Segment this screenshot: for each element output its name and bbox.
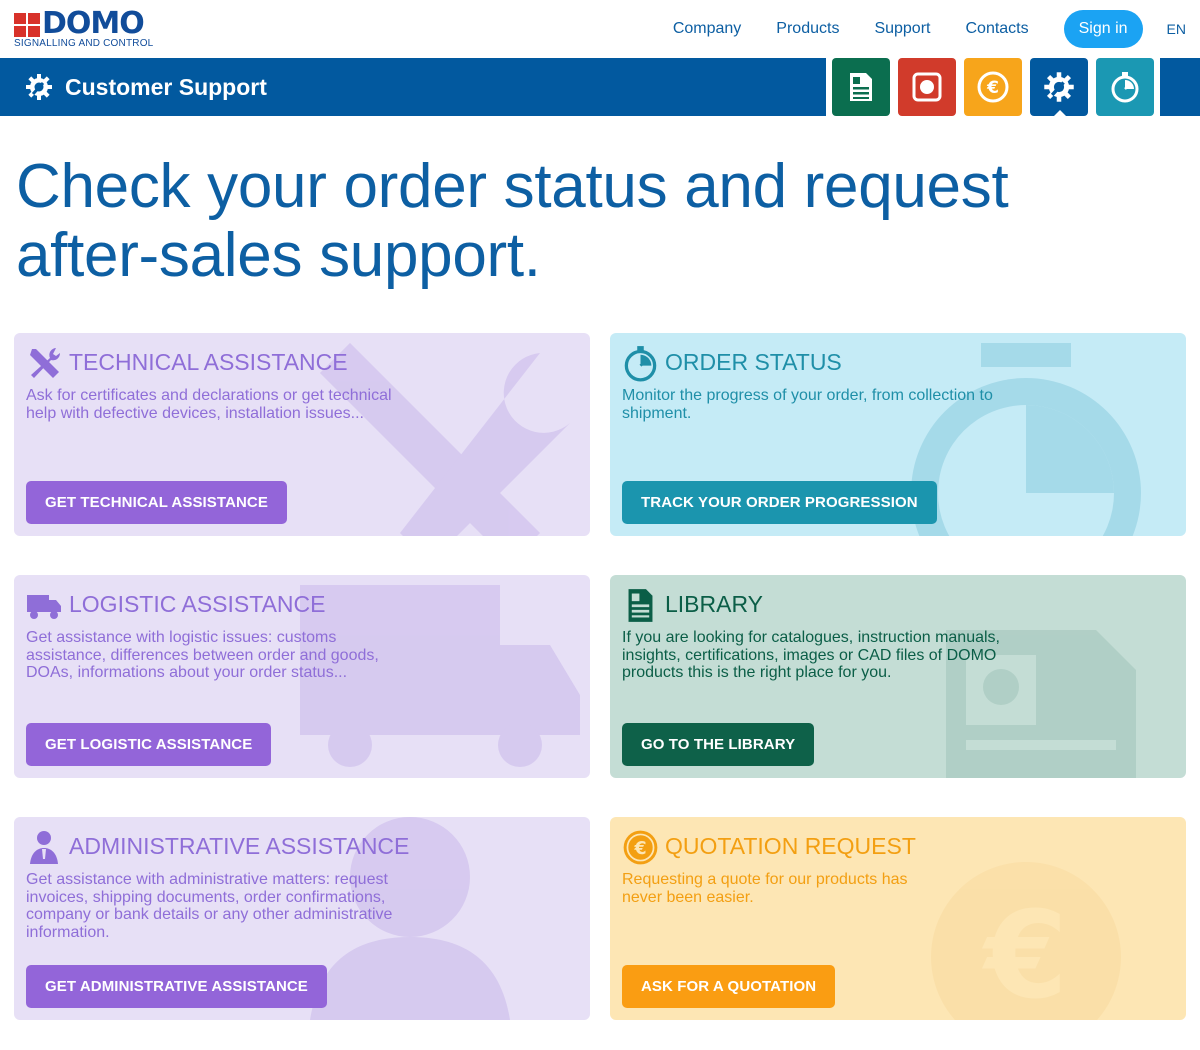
card-description: Monitor the progress of your order, from… (622, 387, 993, 422)
ask-for-quotation-button[interactable]: ASK FOR A QUOTATION (622, 965, 836, 1008)
section-title: Customer Support (65, 74, 267, 100)
svg-text:€: € (981, 887, 1068, 1020)
quick-tile-record[interactable] (898, 58, 956, 116)
page-heading: Check your order status and request afte… (16, 152, 1166, 290)
euro-icon: € (623, 830, 658, 865)
card-title: ORDER STATUS (665, 349, 842, 375)
get-administrative-assistance-button[interactable]: GET ADMINISTRATIVE ASSISTANCE (26, 965, 327, 1008)
language-selector[interactable]: EN (1167, 21, 1186, 37)
gear-wrench-icon (1044, 72, 1074, 102)
card-description: Requesting a quote for our products has … (622, 871, 908, 906)
page-heading-line-1: Check your order status and request (16, 152, 1009, 221)
card-title: LIBRARY (665, 591, 764, 617)
section-bar: Customer Support (0, 58, 826, 116)
card-title: ADMINISTRATIVE ASSISTANCE (69, 833, 410, 859)
top-navigation: DOMO SIGNALLING AND CONTROL Company Prod… (0, 0, 1200, 58)
main-nav: Company Products Support Contacts Sign i… (673, 9, 1200, 49)
euro-background-icon: € (931, 862, 1121, 1020)
get-technical-assistance-button[interactable]: GET TECHNICAL ASSISTANCE (26, 481, 287, 524)
quick-tile-library[interactable] (832, 58, 890, 116)
logo-mark-icon (14, 13, 40, 37)
quick-tile-support[interactable] (1030, 58, 1088, 117)
card-logistic-assistance: LOGISTIC ASSISTANCE Get assistance with … (14, 575, 590, 778)
page-heading-line-2: after-sales support. (16, 221, 541, 290)
gear-wrench-icon (26, 74, 52, 100)
logo-wordmark: DOMO (42, 6, 145, 41)
card-title: TECHNICAL ASSISTANCE (69, 349, 348, 375)
svg-text:€: € (986, 78, 999, 98)
quick-tile-quotation[interactable]: € (964, 58, 1022, 116)
go-to-library-button[interactable]: GO TO THE LIBRARY (622, 723, 815, 766)
card-technical-assistance: TECHNICAL ASSISTANCE Ask for certificate… (14, 333, 590, 536)
card-quotation-request: € € QUOTATION REQUEST Requesting a quote… (610, 817, 1186, 1020)
card-title: QUOTATION REQUEST (665, 833, 916, 859)
track-order-button[interactable]: TRACK YOUR ORDER PROGRESSION (622, 481, 937, 524)
domo-logo[interactable]: DOMO SIGNALLING AND CONTROL (14, 6, 154, 51)
section-bar-end (1160, 58, 1200, 116)
card-order-status: ORDER STATUS Monitor the progress of you… (610, 333, 1186, 536)
stopwatch-icon (1111, 72, 1139, 103)
nav-contacts[interactable]: Contacts (965, 20, 1028, 38)
card-administrative-assistance: ADMINISTRATIVE ASSISTANCE Get assistance… (14, 817, 590, 1020)
truck-icon (27, 595, 61, 619)
person-icon (30, 831, 58, 864)
nav-company[interactable]: Company (673, 20, 741, 38)
card-description: If you are looking for catalogues, instr… (622, 629, 1000, 681)
quick-tile-order-status[interactable] (1096, 58, 1154, 116)
euro-icon: € (977, 71, 1009, 103)
record-icon (912, 72, 942, 102)
tools-icon (30, 348, 61, 378)
nav-products[interactable]: Products (776, 20, 839, 38)
document-icon (628, 589, 653, 622)
document-icon (850, 73, 872, 101)
card-description: Get assistance with administrative matte… (26, 871, 393, 941)
logo-tagline: SIGNALLING AND CONTROL (14, 38, 154, 49)
svg-text:€: € (633, 839, 646, 859)
stopwatch-icon (624, 346, 657, 382)
nav-support[interactable]: Support (874, 20, 930, 38)
sign-in-button[interactable]: Sign in (1063, 10, 1143, 48)
card-library: LIBRARY If you are looking for catalogue… (610, 575, 1186, 778)
card-description: Get assistance with logistic issues: cus… (26, 629, 379, 681)
card-title: LOGISTIC ASSISTANCE (69, 591, 326, 617)
card-description: Ask for certificates and declarations or… (26, 387, 392, 422)
get-logistic-assistance-button[interactable]: GET LOGISTIC ASSISTANCE (26, 723, 272, 766)
